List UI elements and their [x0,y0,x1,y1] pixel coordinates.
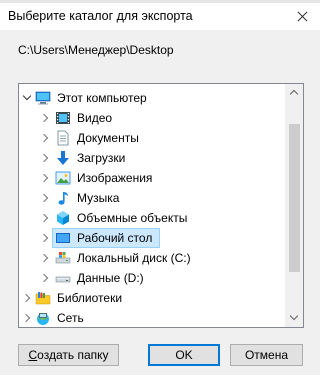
vertical-scrollbar[interactable] [285,84,303,327]
network-icon [35,310,51,326]
tree-item-label: Видео [77,111,113,125]
scroll-down-arrow-icon[interactable] [286,310,303,327]
tree-item-label: Сеть [57,311,84,325]
tree-item-downloads[interactable]: Загрузки [19,148,287,168]
chevron-right-icon[interactable] [39,132,51,144]
mnemonic-letter: С [28,348,38,362]
tree-item-pictures[interactable]: Изображения [19,168,287,188]
tree-item-label: Загрузки [77,151,126,165]
ok-button[interactable]: OK [148,344,220,366]
tree-item-label: Музыка [77,191,120,205]
tree-item-label: Изображения [77,171,153,185]
chevron-right-icon[interactable] [21,312,33,324]
scroll-thumb[interactable] [289,124,300,272]
libraries-icon [35,290,51,306]
tree-item-video[interactable]: Видео [19,108,287,128]
tree-item-network[interactable]: Сеть [19,308,287,327]
tree-item-desktop[interactable]: Рабочий стол [19,228,287,248]
dialog-title: Выберите каталог для экспорта [8,9,193,23]
3d-objects-folder-icon [55,210,71,226]
close-button[interactable] [284,3,320,30]
tree-item-label: Объемные объекты [77,211,188,225]
tree-item-3d-objects[interactable]: Объемные объекты [19,208,287,228]
make-new-folder-button[interactable]: Создать папку [18,344,119,366]
tree-item-libraries[interactable]: Библиотеки [19,288,287,308]
desktop-folder-icon [55,230,71,246]
chevron-right-icon[interactable] [39,112,51,124]
tree-item-label: Этот компьютер [57,91,147,105]
chevron-right-icon[interactable] [39,212,51,224]
scroll-up-arrow-icon[interactable] [286,84,303,101]
tree-item-label: Документы [77,131,139,145]
chevron-right-icon[interactable] [39,272,51,284]
documents-folder-icon [55,130,71,146]
chevron-right-icon[interactable] [39,172,51,184]
chevron-right-icon[interactable] [39,252,51,264]
tree-item-label: Рабочий стол [77,231,153,245]
tree-item-label: Локальный диск (C:) [77,251,191,265]
title-bar: Выберите каталог для экспорта [0,3,320,30]
export-folder-dialog: Выберите каталог для экспорта C:\Users\М… [0,0,320,375]
tree-item-local-disk-c[interactable]: Локальный диск (C:) [19,248,287,268]
chevron-right-icon[interactable] [39,232,51,244]
tree-item-data-disk-d[interactable]: Данные (D:) [19,268,287,288]
data-disk-icon [55,270,71,286]
downloads-folder-icon [55,150,71,166]
music-folder-icon [55,190,71,206]
pictures-folder-icon [55,170,71,186]
folder-tree[interactable]: Этот компьютер Видео Документы Загрузки … [18,83,304,328]
make-folder-label: оздать папку [37,348,109,362]
tree-item-label: Данные (D:) [77,271,144,285]
computer-icon [35,90,51,106]
video-folder-icon [55,110,71,126]
cancel-button[interactable]: Отмена [230,344,303,366]
tree-item-documents[interactable]: Документы [19,128,287,148]
local-disk-icon [55,250,71,266]
selected-path-label: C:\Users\Менеджер\Desktop [18,43,174,57]
tree-item-label: Библиотеки [57,291,123,305]
tree-item-this-pc[interactable]: Этот компьютер [19,88,287,108]
chevron-down-icon[interactable] [21,92,33,104]
chevron-right-icon[interactable] [39,152,51,164]
chevron-right-icon[interactable] [21,292,33,304]
chevron-right-icon[interactable] [39,192,51,204]
tree-item-music[interactable]: Музыка [19,188,287,208]
